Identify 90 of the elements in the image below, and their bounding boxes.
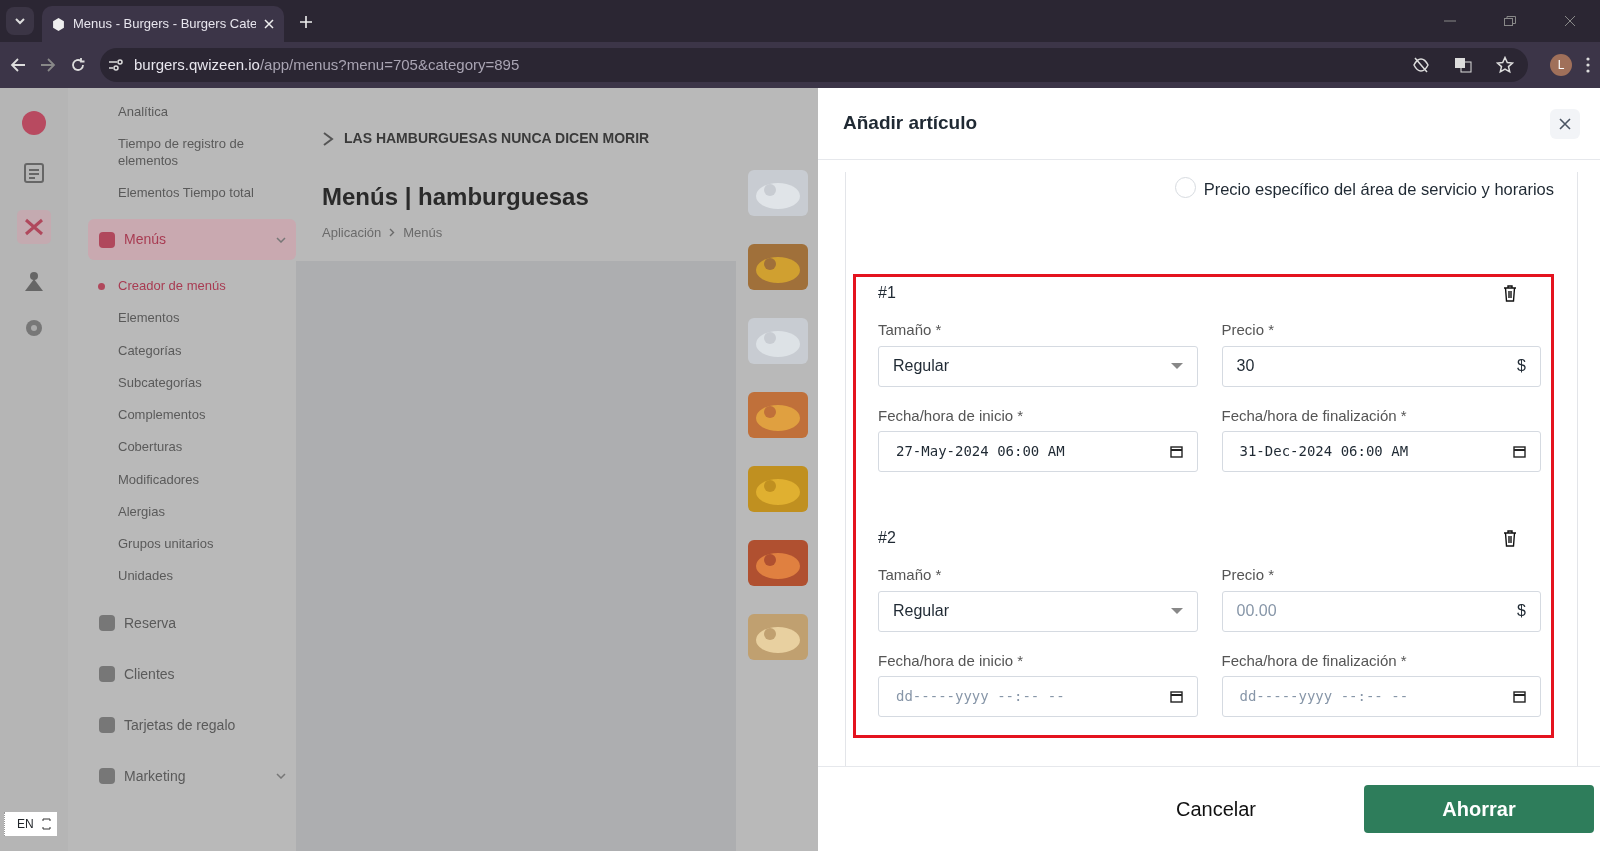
close-icon bbox=[1559, 117, 1571, 130]
field-label: Fecha/hora de finalización * bbox=[1221, 405, 1408, 426]
site-icon bbox=[52, 17, 65, 31]
chevron-icon bbox=[276, 773, 286, 779]
field-label: Fecha/hora de inicio * bbox=[878, 650, 1025, 671]
field-label: Tamaño * bbox=[878, 565, 943, 585]
sidebar-item[interactable]: Alergias bbox=[88, 495, 296, 528]
field-label: Fecha/hora de inicio * bbox=[878, 405, 1025, 426]
input-field[interactable]: dd-----yyyy --:-- -- bbox=[878, 676, 1198, 717]
star-icon[interactable] bbox=[1496, 56, 1514, 74]
currency-symbol: $ bbox=[1517, 356, 1526, 376]
calendar-icon[interactable] bbox=[1513, 690, 1526, 703]
field-label: Precio * bbox=[1221, 320, 1276, 340]
section-icon bbox=[98, 767, 116, 785]
person-icon[interactable] bbox=[23, 270, 45, 292]
language-label: EN bbox=[17, 816, 34, 833]
input-field[interactable]: Regular bbox=[878, 345, 1198, 387]
back-icon[interactable] bbox=[10, 57, 26, 73]
sidebar-item[interactable]: Subcategorías bbox=[88, 366, 296, 399]
tab-title: Menus - Burgers - Burgers Cate bbox=[73, 15, 256, 34]
entry-number: #2 bbox=[878, 528, 896, 548]
language-widget[interactable]: EN bbox=[4, 812, 57, 836]
drawer-title: Añadir artículo bbox=[843, 111, 978, 136]
field-label: Precio * bbox=[1221, 565, 1276, 585]
section-icon bbox=[98, 665, 116, 683]
profile-avatar[interactable]: L bbox=[1550, 54, 1572, 76]
section-icon bbox=[98, 230, 116, 249]
chevron-icon bbox=[389, 228, 396, 238]
cancel-button[interactable]: Cancelar bbox=[1116, 793, 1316, 825]
sidebar-item[interactable]: Coberturas bbox=[88, 431, 296, 464]
forward-icon[interactable] bbox=[40, 57, 56, 73]
sidebar-item[interactable]: Reserva bbox=[88, 602, 296, 644]
restaurant-name: LAS HAMBURGUESAS NUNCA DICEN MORIR bbox=[344, 129, 650, 148]
sidebar-item[interactable]: Elementos bbox=[88, 302, 296, 335]
sidebar-item[interactable]: Modificadores bbox=[88, 463, 296, 496]
input-field[interactable]: 31-Dec-2024 06:00 AM bbox=[1221, 431, 1541, 472]
chevron-icon bbox=[276, 236, 286, 243]
sidebar-item[interactable]: Analítica bbox=[88, 96, 296, 129]
close-button[interactable] bbox=[1550, 108, 1580, 139]
input-field[interactable]: 27-May-2024 06:00 AM bbox=[878, 431, 1198, 472]
collapse-icon[interactable] bbox=[322, 130, 336, 147]
trash-icon[interactable] bbox=[1503, 284, 1517, 302]
sidebar-item[interactable]: Complementos bbox=[88, 399, 296, 432]
more-icon[interactable] bbox=[1586, 57, 1590, 73]
translate-icon[interactable] bbox=[1454, 56, 1472, 74]
url-text[interactable]: burgers.qwizeen.io/app/menus?menu=705&category=895 bbox=[134, 53, 520, 77]
caret-icon bbox=[1170, 363, 1183, 369]
breadcrumb-item[interactable]: Menús bbox=[403, 223, 443, 243]
section-icon bbox=[98, 614, 116, 632]
section-icon bbox=[98, 716, 116, 734]
sidebar-item[interactable]: Tiempo de registro de elementos bbox=[88, 128, 296, 177]
chevron-down-icon bbox=[14, 15, 26, 27]
expand-icon bbox=[41, 818, 51, 830]
restore-icon[interactable] bbox=[1504, 16, 1516, 26]
sidebar-item[interactable]: Clientes bbox=[88, 653, 296, 695]
sidebar-item[interactable]: Creador de menús bbox=[88, 270, 296, 303]
site-settings-icon[interactable] bbox=[108, 57, 124, 73]
radio-label[interactable]: Precio específico del área de servicio y horarios bbox=[1203, 177, 1554, 202]
reload-icon[interactable] bbox=[70, 57, 86, 73]
sidebar-item[interactable]: Elementos Tiempo total bbox=[88, 176, 296, 209]
document-icon[interactable] bbox=[23, 162, 45, 184]
sidebar-item[interactable]: Grupos unitarios bbox=[88, 528, 296, 561]
sidebar-item[interactable]: Menús bbox=[88, 219, 296, 260]
page-title: Menús | hamburguesas bbox=[322, 182, 590, 212]
input-field[interactable]: 30 $ bbox=[1221, 345, 1541, 387]
menu-book-icon[interactable] bbox=[17, 210, 51, 244]
calendar-icon[interactable] bbox=[1169, 690, 1183, 703]
trash-icon[interactable] bbox=[1503, 529, 1517, 547]
eye-slash-icon[interactable] bbox=[1412, 56, 1430, 74]
browser-tab[interactable]: Menus - Burgers - Burgers Cate bbox=[42, 6, 284, 42]
input-field[interactable]: dd-----yyyy --:-- -- bbox=[1221, 676, 1541, 717]
entry-number: #1 bbox=[878, 283, 896, 303]
sidebar-item[interactable]: Tarjetas de regalo bbox=[88, 704, 296, 746]
new-tab-icon[interactable] bbox=[300, 16, 312, 28]
save-button[interactable]: Ahorrar bbox=[1364, 785, 1594, 833]
caret-icon bbox=[1170, 608, 1183, 614]
close-icon[interactable] bbox=[1564, 16, 1576, 26]
input-field[interactable]: Regular bbox=[878, 590, 1198, 632]
breadcrumb-item[interactable]: Aplicación bbox=[322, 223, 382, 243]
input-field[interactable]: 00.00 $ bbox=[1221, 590, 1541, 632]
calendar-icon[interactable] bbox=[1513, 445, 1526, 458]
sidebar-item[interactable]: Categorías bbox=[88, 334, 296, 367]
field-label: Fecha/hora de finalización * bbox=[1221, 650, 1408, 671]
bullet-icon bbox=[98, 283, 105, 290]
sidebar-item[interactable]: Unidades bbox=[88, 560, 296, 593]
field-label: Tamaño * bbox=[878, 320, 943, 340]
tab-list-button[interactable] bbox=[6, 7, 34, 35]
calendar-icon[interactable] bbox=[1169, 445, 1183, 458]
sidebar-item[interactable]: Marketing bbox=[88, 755, 296, 797]
currency-symbol: $ bbox=[1517, 601, 1526, 621]
